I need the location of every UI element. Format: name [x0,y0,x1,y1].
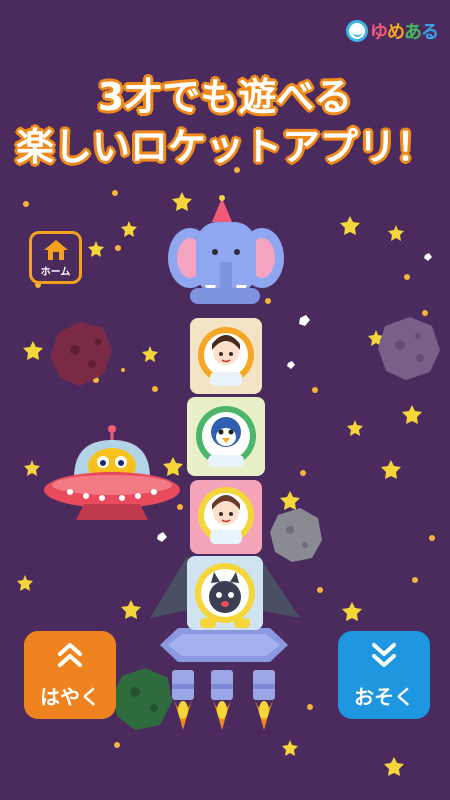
star [142,346,158,362]
star [282,740,298,756]
headline-line-2: 楽しいロケットアプリ！ [15,124,435,170]
star [280,491,300,510]
star [340,216,360,235]
star [24,460,40,476]
star [163,457,183,476]
slow-down-button[interactable]: おそく [338,631,430,719]
ufo-monster [44,425,180,520]
chevron-up-double-icon [24,641,116,673]
headline-line-1: 3才でも遊べる [97,74,353,120]
star [384,757,404,776]
star [88,241,104,257]
chevron-down-double-icon [338,641,430,673]
asteroid-purple [378,317,440,380]
star [121,221,137,237]
promo-headline: 3才でも遊べる 楽しいロケットアプリ！ [0,72,450,172]
star [17,575,33,591]
star [347,420,363,436]
rocket-flames [174,700,273,730]
asteroid-green [113,668,172,730]
star [388,225,404,241]
star [402,405,422,424]
brand-char: ゆ [370,22,388,43]
speed-up-button[interactable]: はやく [24,631,116,719]
brand-wordmark: ゆめある [370,18,439,44]
home-button-label: ホーム [40,266,71,278]
brand-char: め [387,22,405,43]
brand-logo: ゆめある [346,18,439,44]
speed-up-label: はやく [40,685,100,709]
home-icon [43,239,68,260]
star [172,192,192,211]
brand-char: あ [404,22,422,43]
game-screen: ゆめある 3才でも遊べる 楽しいロケットアプリ！ ホーム はやく おそく [0,0,450,800]
home-button[interactable]: ホーム [29,231,82,284]
brand-char: る [421,22,439,43]
star [121,600,141,619]
star [381,460,401,479]
asteroid-gray [270,508,322,562]
slow-down-label: おそく [354,685,414,709]
elephant-character [168,195,284,304]
star [342,602,362,621]
star [23,341,43,360]
smile-logo-icon [346,20,368,42]
asteroid-red [50,322,112,386]
